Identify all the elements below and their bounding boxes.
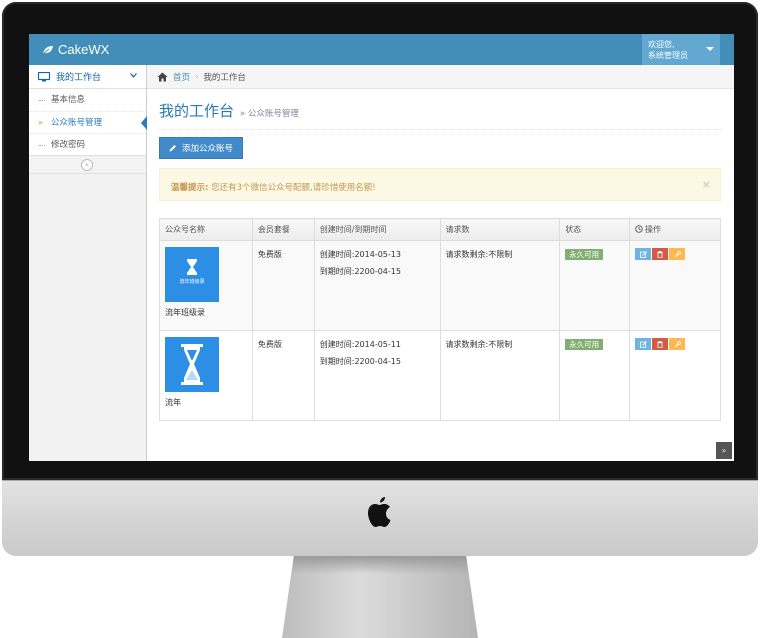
add-account-label: 添加公众账号 — [182, 144, 234, 154]
leaf-icon — [42, 45, 53, 54]
dates-cell: 创建时间:2014-05-13 到期时间:2200-04-15 — [313, 240, 441, 331]
account-name: 流年班级录 — [165, 308, 205, 317]
edit-icon — [639, 250, 647, 258]
breadcrumb-home[interactable]: 首页 — [173, 71, 190, 83]
sidebar-section-workbench[interactable]: 我的工作台 — [29, 65, 146, 89]
edit-button[interactable] — [635, 248, 652, 260]
actions-cell — [629, 330, 721, 421]
alert-message: 您还有3个微信公众号配额,请珍惜使用名额! — [211, 183, 376, 193]
sidebar-section-label: 我的工作台 — [56, 73, 102, 83]
active-pointer — [141, 116, 147, 130]
account-name-cell: 流年班级录 流年班级录 — [159, 240, 253, 331]
sidebar-item-label: 基本信息 — [51, 95, 86, 105]
status-badge: 永久可用 — [565, 339, 604, 350]
monitor-icon — [38, 71, 50, 81]
dates-cell: 创建时间:2014-05-11 到期时间:2200-04-15 — [313, 330, 441, 421]
close-icon[interactable]: × — [702, 178, 711, 191]
sidebar-item-label: 修改密码 — [51, 140, 86, 150]
delete-button[interactable] — [652, 248, 669, 260]
column-header-name: 公众号名称 — [159, 218, 253, 241]
column-header-actions: 操作 — [629, 218, 721, 241]
expire-time: 到期时间:2200-04-15 — [319, 267, 401, 276]
brand-name: CakeWX — [58, 42, 110, 57]
edit-button[interactable] — [635, 338, 652, 350]
accounts-table: 公众号名称 会员套餐 创建时间/到期时间 请求数 状态 操作 流年班级录 流年班… — [159, 218, 721, 421]
chevron-down-icon — [130, 73, 137, 78]
double-chevron-left-icon[interactable]: « — [81, 159, 93, 171]
requests-cell: 请求数剩余:不限制 — [439, 240, 561, 331]
account-thumbnail[interactable]: 流年班级录 — [165, 247, 219, 302]
wrench-icon — [674, 250, 681, 257]
row-actions — [635, 248, 715, 260]
actions-header-label: 操作 — [645, 225, 662, 234]
clock-icon — [635, 225, 643, 233]
actions-cell — [629, 240, 721, 331]
screen: CakeWX 欢迎您, 系统管理员 我的工作台 基本信息 » 公众账号管理 修改… — [29, 34, 734, 461]
sidebar-collapse-bar: « — [29, 156, 146, 174]
settings-button[interactable] — [669, 338, 686, 350]
created-time: 创建时间:2014-05-11 — [319, 340, 401, 349]
sidebar-item-change-password[interactable]: 修改密码 — [29, 133, 146, 155]
status-cell: 永久可用 — [559, 330, 631, 421]
stand-shadow — [291, 556, 469, 574]
sidebar-item-basic-info[interactable]: 基本信息 — [29, 89, 146, 111]
plan-cell: 免费版 — [251, 330, 315, 421]
sidebar-item-label: 公众账号管理 — [51, 118, 103, 128]
trash-icon — [657, 250, 663, 258]
page-title: 我的工作台 — [159, 102, 235, 120]
account-thumbnail[interactable] — [165, 337, 219, 392]
top-navbar: CakeWX 欢迎您, 系统管理员 — [29, 34, 734, 65]
settings-button[interactable] — [669, 248, 686, 260]
active-arrow-icon: » — [38, 118, 43, 127]
edit-icon — [639, 340, 647, 348]
row-actions — [635, 338, 715, 350]
imac-frame: CakeWX 欢迎您, 系统管理员 我的工作台 基本信息 » 公众账号管理 修改… — [0, 0, 760, 638]
status-cell: 永久可用 — [559, 240, 631, 331]
page-header: 我的工作台 » 公众账号管理 — [159, 100, 721, 130]
page-subtitle: » 公众账号管理 — [240, 109, 299, 119]
created-time: 创建时间:2014-05-13 — [319, 250, 401, 259]
table-row: 流年班级录 流年班级录 免费版 创建时间:2014-05-13 到期时间:220… — [159, 240, 721, 331]
breadcrumb-separator: › — [195, 71, 199, 82]
column-header-dates: 创建时间/到期时间 — [313, 218, 441, 241]
wrench-icon — [674, 340, 681, 347]
brand-logo[interactable]: CakeWX — [42, 42, 109, 57]
main-content: 我的工作台 » 公众账号管理 添加公众账号 温馨提示: 您还有3个微信公众号配额… — [159, 89, 721, 421]
account-name-cell: 流年 — [159, 330, 253, 421]
account-name: 流年 — [165, 398, 181, 407]
expire-time: 到期时间:2200-04-15 — [319, 357, 401, 366]
requests-cell: 请求数剩余:不限制 — [439, 330, 561, 421]
alert-prefix: 温馨提示: — [171, 183, 209, 193]
pencil-icon — [169, 145, 176, 152]
user-menu[interactable]: 欢迎您, 系统管理员 — [642, 34, 720, 65]
table-header-row: 公众号名称 会员套餐 创建时间/到期时间 请求数 状态 操作 — [159, 218, 721, 241]
trash-icon — [657, 340, 663, 348]
sidebar-submenu: 基本信息 » 公众账号管理 修改密码 — [29, 89, 147, 156]
column-header-status: 状态 — [559, 218, 631, 241]
caret-down-icon — [706, 47, 714, 51]
user-name: 系统管理员 — [648, 51, 688, 60]
add-account-button[interactable]: 添加公众账号 — [159, 137, 244, 159]
status-badge: 永久可用 — [565, 249, 604, 260]
apple-logo — [368, 497, 391, 527]
breadcrumb: 首页 › 我的工作台 — [147, 65, 734, 89]
quota-alert: 温馨提示: 您还有3个微信公众号配额,请珍惜使用名额! × — [159, 168, 721, 201]
column-header-plan: 会员套餐 — [251, 218, 315, 241]
sidebar: 我的工作台 基本信息 » 公众账号管理 修改密码 « — [29, 65, 147, 461]
sidebar-item-account-management[interactable]: » 公众账号管理 — [29, 111, 147, 133]
breadcrumb-current: 我的工作台 — [203, 72, 246, 83]
double-chevron-up-icon[interactable]: » — [716, 442, 732, 459]
plan-cell: 免费版 — [251, 240, 315, 331]
thumbnail-caption: 流年班级录 — [179, 278, 204, 285]
table-row: 流年 免费版 创建时间:2014-05-11 到期时间:2200-04-15 请… — [159, 330, 721, 421]
delete-button[interactable] — [652, 338, 669, 350]
column-header-requests: 请求数 — [439, 218, 561, 241]
home-icon — [157, 72, 168, 81]
